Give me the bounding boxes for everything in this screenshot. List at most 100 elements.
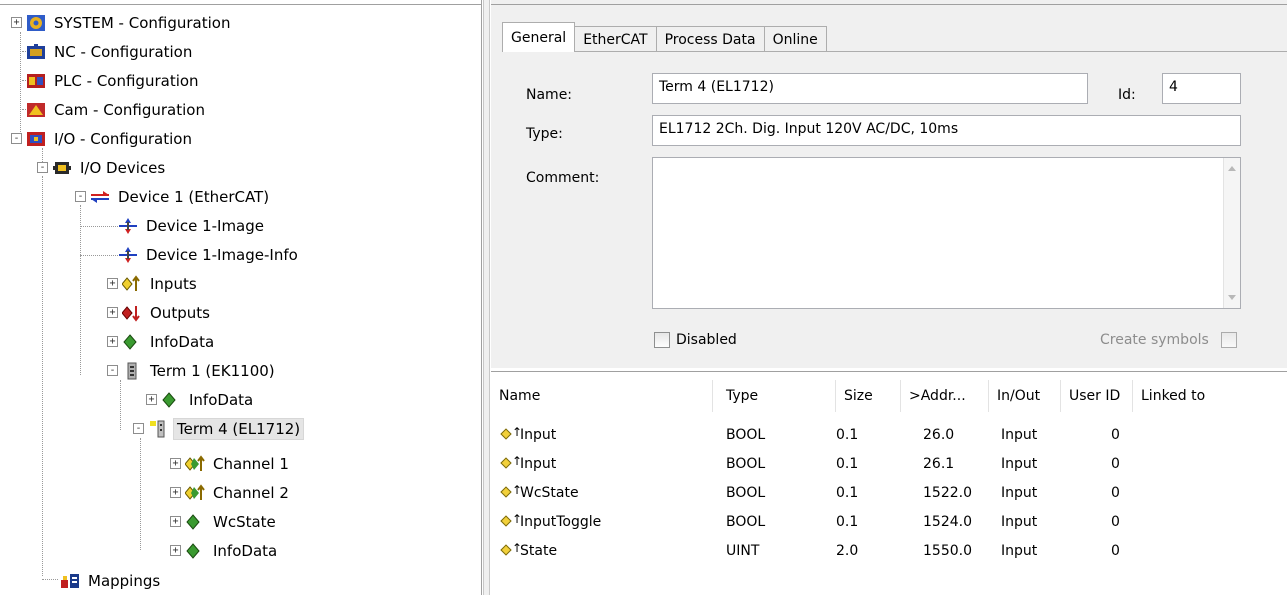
tree-item-inputs[interactable]: + Inputs xyxy=(107,269,200,298)
expand-toggle xyxy=(11,75,22,86)
panel-border xyxy=(491,4,1287,5)
collapse-toggle[interactable]: - xyxy=(37,162,48,173)
tree-connector xyxy=(140,438,141,550)
tree-item-cam[interactable]: Cam - Configuration xyxy=(11,95,208,124)
tree-item-system[interactable]: + SYSTEM - Configuration xyxy=(11,8,233,37)
scroll-up-icon[interactable] xyxy=(1228,166,1236,171)
tree-item-label: Device 1 (EtherCAT) xyxy=(118,187,270,206)
vertical-splitter[interactable] xyxy=(483,0,490,595)
collapse-toggle[interactable]: - xyxy=(11,133,22,144)
tree-item-channel-1[interactable]: + Channel 1 xyxy=(170,449,292,478)
column-header-name[interactable]: Name xyxy=(491,380,713,412)
tree-item-device-1-image[interactable]: Device 1-Image xyxy=(118,211,267,240)
tree-item-channel-2[interactable]: + Channel 2 xyxy=(170,478,292,507)
expand-toggle xyxy=(11,46,22,57)
expand-toggle[interactable]: + xyxy=(107,336,118,347)
tree-item-infodata[interactable]: + InfoData xyxy=(107,327,217,356)
comment-scrollbar[interactable] xyxy=(1223,158,1240,308)
channel-input-icon xyxy=(184,454,205,473)
infodata-icon xyxy=(122,333,142,351)
comment-field[interactable] xyxy=(652,157,1241,309)
column-header-user-id[interactable]: User ID xyxy=(1061,380,1133,412)
tree-item-mappings[interactable]: Mappings xyxy=(60,566,163,595)
tree-item-label: Mappings xyxy=(88,571,161,590)
expand-toggle[interactable]: + xyxy=(170,487,181,498)
tab-process-data[interactable]: Process Data xyxy=(655,26,765,52)
tab-bar: General EtherCAT Process Data Online xyxy=(502,22,827,52)
tree-item-plc[interactable]: PLC - Configuration xyxy=(11,66,202,95)
table-row[interactable]: ↑ InputToggle BOOL 0.1 1524.0 Input 0 xyxy=(491,507,1287,536)
collapse-toggle[interactable]: - xyxy=(75,191,86,202)
expand-toggle[interactable]: + xyxy=(107,307,118,318)
tree-connector xyxy=(120,380,121,430)
variable-name: Input xyxy=(520,426,557,443)
create-symbols-checkbox[interactable] xyxy=(1221,332,1237,348)
tree-item-term-4[interactable]: - Term 4 (EL1712) xyxy=(133,414,305,443)
expand-toggle[interactable]: + xyxy=(11,17,22,28)
tree-item-device-1[interactable]: - Device 1 (EtherCAT) xyxy=(75,182,272,211)
tree-item-term-1-infodata[interactable]: + InfoData xyxy=(146,385,256,414)
tree-item-label: Channel 2 xyxy=(213,483,289,502)
tree-item-label: I/O Devices xyxy=(80,158,166,177)
tree-item-io-devices[interactable]: - I/O Devices xyxy=(37,153,168,182)
variable-name: WcState xyxy=(520,484,579,501)
table-row[interactable]: ↑ Input BOOL 0.1 26.1 Input 0 xyxy=(491,449,1287,478)
column-header-in-out[interactable]: In/Out xyxy=(989,380,1061,412)
io-config-icon xyxy=(26,130,46,148)
type-label: Type: xyxy=(526,126,563,142)
table-row[interactable]: ↑ Input BOOL 0.1 26.0 Input 0 xyxy=(491,420,1287,449)
variable-type: BOOL xyxy=(726,455,766,472)
variable-size: 2.0 xyxy=(836,542,859,559)
general-tab-page: Name: Term 4 (EL1712) Id: 4 Type: EL1712… xyxy=(502,51,1287,368)
collapse-toggle[interactable]: - xyxy=(107,365,118,376)
expand-toggle[interactable]: + xyxy=(107,278,118,289)
column-header-size[interactable]: Size xyxy=(836,380,901,412)
tree-item-term-4-infodata[interactable]: + InfoData xyxy=(170,536,280,565)
tree-item-label: Term 1 (EK1100) xyxy=(150,361,275,380)
column-header-linked-to[interactable]: Linked to xyxy=(1133,380,1287,412)
name-field[interactable]: Term 4 (EL1712) xyxy=(652,73,1088,104)
cam-config-icon xyxy=(26,101,46,119)
expand-toggle[interactable]: + xyxy=(170,516,181,527)
tree-item-label: I/O - Configuration xyxy=(54,129,192,148)
collapse-toggle[interactable]: - xyxy=(133,423,144,434)
inputs-icon xyxy=(121,274,142,293)
tree-item-label: Device 1-Image xyxy=(146,216,265,235)
scroll-down-icon[interactable] xyxy=(1228,295,1236,300)
tree-border xyxy=(0,4,482,5)
create-symbols-label: Create symbols xyxy=(1100,332,1209,348)
variable-user-id: 0 xyxy=(1111,426,1120,443)
column-header-address[interactable]: >Addr... xyxy=(901,380,989,412)
id-field[interactable]: 4 xyxy=(1162,73,1241,104)
table-row[interactable]: ↑ State UINT 2.0 1550.0 Input 0 xyxy=(491,536,1287,565)
variables-list[interactable]: Name Type Size >Addr... In/Out User ID L… xyxy=(491,371,1287,595)
disabled-label: Disabled xyxy=(676,332,737,348)
configuration-tree[interactable]: + SYSTEM - Configuration NC - Configurat… xyxy=(0,0,482,595)
system-config-icon xyxy=(26,14,46,32)
variable-in-out: Input xyxy=(1001,426,1038,443)
expand-toggle[interactable]: + xyxy=(170,458,181,469)
disabled-checkbox[interactable] xyxy=(654,332,670,348)
tree-item-nc[interactable]: NC - Configuration xyxy=(11,37,195,66)
tree-item-io[interactable]: - I/O - Configuration xyxy=(11,124,195,153)
table-row[interactable]: ↑ WcState BOOL 0.1 1522.0 Input 0 xyxy=(491,478,1287,507)
tree-item-label: Term 4 (EL1712) xyxy=(173,417,305,440)
tree-item-label: NC - Configuration xyxy=(54,42,193,61)
tab-ethercat[interactable]: EtherCAT xyxy=(574,26,657,52)
comment-label: Comment: xyxy=(526,170,600,186)
tree-item-wcstate[interactable]: + WcState xyxy=(170,507,279,536)
tree-item-label: WcState xyxy=(213,512,276,531)
variable-type: BOOL xyxy=(726,426,766,443)
input-variable-icon: ↑ xyxy=(500,512,522,529)
variable-name: Input xyxy=(520,455,557,472)
expand-toggle[interactable]: + xyxy=(146,394,157,405)
expand-toggle[interactable]: + xyxy=(170,545,181,556)
tree-item-device-1-image-info[interactable]: Device 1-Image-Info xyxy=(118,240,301,269)
column-header-type[interactable]: Type xyxy=(713,380,836,412)
tree-item-outputs[interactable]: + Outputs xyxy=(107,298,213,327)
tree-item-label: SYSTEM - Configuration xyxy=(54,13,231,32)
tab-general[interactable]: General xyxy=(502,22,576,52)
tab-online[interactable]: Online xyxy=(763,26,827,52)
tree-item-term-1[interactable]: - Term 1 (EK1100) xyxy=(107,356,278,385)
type-field[interactable]: EL1712 2Ch. Dig. Input 120V AC/DC, 10ms xyxy=(652,115,1241,146)
